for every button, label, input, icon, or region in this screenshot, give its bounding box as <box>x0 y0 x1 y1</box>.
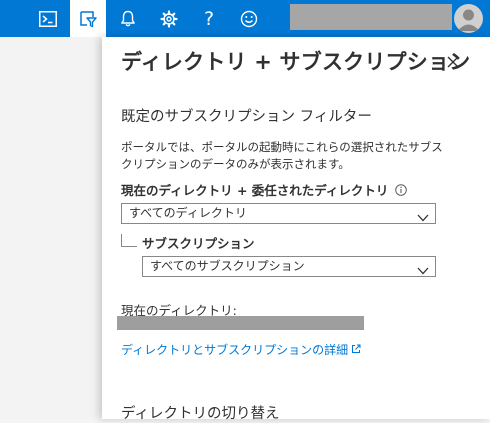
info-icon[interactable] <box>395 183 408 196</box>
subscription-select-value: すべてのサブスクリプション <box>150 259 305 273</box>
directory-filter-button[interactable] <box>70 0 106 37</box>
top-bar: ? <box>0 0 490 37</box>
filter-book-icon <box>79 10 97 28</box>
filter-description: ポータルでは、ポータルの起動時にこれらの選択されたサブスクリプションのデータのみ… <box>121 140 443 171</box>
directory-label-text: 現在のディレクトリ + 委任されたディレクトリ <box>121 183 389 198</box>
close-icon <box>447 53 459 72</box>
feedback-button[interactable] <box>231 0 267 37</box>
filter-section-title: 既定のサブスクリプション フィルター <box>121 109 372 125</box>
bell-icon <box>120 10 136 27</box>
switch-directory-title: ディレクトリの切り替え <box>121 406 280 422</box>
current-directory-redacted <box>117 316 364 330</box>
details-link-text: ディレクトリとサブスクリプションの詳細 <box>121 343 349 357</box>
settings-button[interactable] <box>151 0 187 37</box>
directory-label: 現在のディレクトリ + 委任されたディレクトリ <box>121 180 408 199</box>
question-icon: ? <box>203 7 215 30</box>
subscription-select[interactable]: すべてのサブスクリプション <box>142 256 436 277</box>
avatar[interactable] <box>454 4 483 33</box>
close-button[interactable] <box>440 49 466 75</box>
help-button[interactable]: ? <box>191 0 227 37</box>
directory-select-value: すべてのディレクトリ <box>129 206 247 220</box>
directory-subscription-panel: ディレクトリ + サブスクリプション 既定のサブスクリプション フィルター ポー… <box>102 37 490 422</box>
gear-icon <box>160 9 178 28</box>
chevron-down-icon <box>417 262 429 281</box>
panel-title: ディレクトリ + サブスクリプション <box>121 50 471 74</box>
account-info-redacted[interactable] <box>290 4 452 30</box>
chevron-down-icon <box>417 209 429 228</box>
cloud-shell-button[interactable] <box>30 0 66 37</box>
subscription-label: サブスクリプション <box>142 236 255 251</box>
smiley-icon <box>240 10 258 28</box>
tree-connector <box>121 234 137 247</box>
directory-select[interactable]: すべてのディレクトリ <box>121 203 436 224</box>
terminal-icon <box>39 10 57 27</box>
notifications-button[interactable] <box>110 0 146 37</box>
details-link[interactable]: ディレクトリとサブスクリプションの詳細 <box>121 341 361 358</box>
background-page <box>0 37 102 419</box>
external-link-icon <box>348 343 361 357</box>
